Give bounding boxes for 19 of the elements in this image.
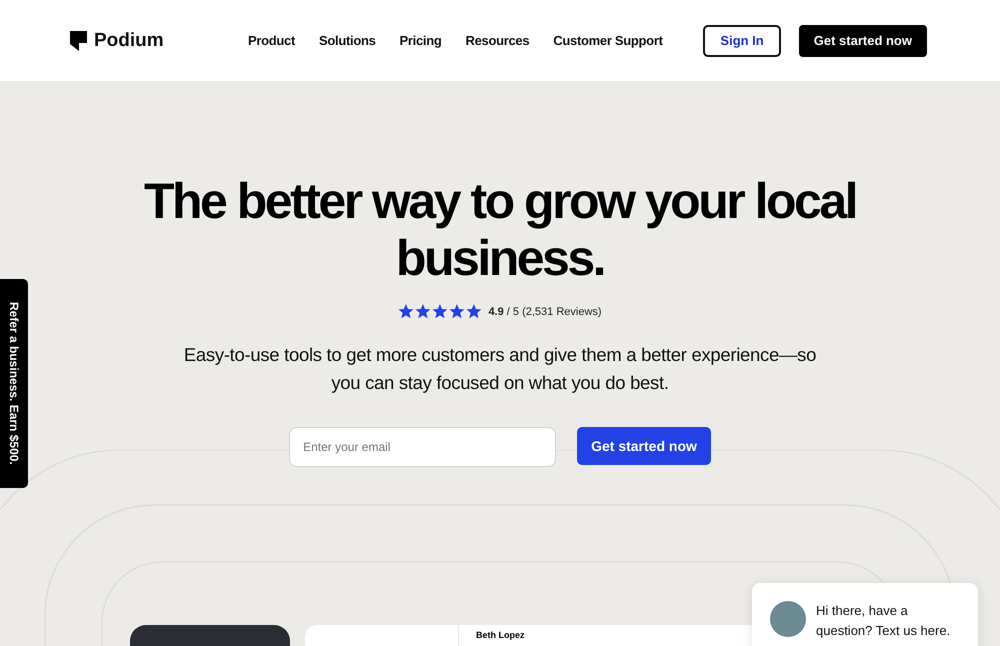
nav-link[interactable]: Product [248, 33, 296, 48]
contact-name: Beth Lopez [475, 629, 524, 642]
email-field[interactable]: Enter your email [289, 427, 556, 467]
get-started-button[interactable]: Get started now [798, 24, 927, 56]
nav-link[interactable]: Customer Support [553, 33, 663, 48]
chat-bubble[interactable]: Hi there, have a question? Text us here. [752, 583, 978, 646]
nav-link[interactable]: Pricing [400, 33, 442, 48]
hero-subtitle: Easy-to-use tools to get more customers and give them a better experience—so you can stay focused on what you do best. [182, 343, 818, 395]
nav-link[interactable]: Resources [466, 33, 530, 48]
get-started-button[interactable]: Get started now [577, 427, 711, 465]
sign-in-button[interactable]: Sign In [703, 24, 781, 56]
hero-title: The better way to grow your local business. [142, 173, 858, 287]
nav-link[interactable]: Solutions [319, 33, 376, 48]
brand-name: Podium [94, 30, 164, 52]
avatar [770, 601, 806, 637]
chat-message: Hi there, have a question? Text us here. [816, 602, 952, 640]
referral-tab[interactable]: Refer a business. Earn $500. [0, 279, 28, 488]
logo-icon [70, 30, 87, 50]
rating-text: 4.9 / 5 (2,531 Reviews) [488, 306, 602, 318]
